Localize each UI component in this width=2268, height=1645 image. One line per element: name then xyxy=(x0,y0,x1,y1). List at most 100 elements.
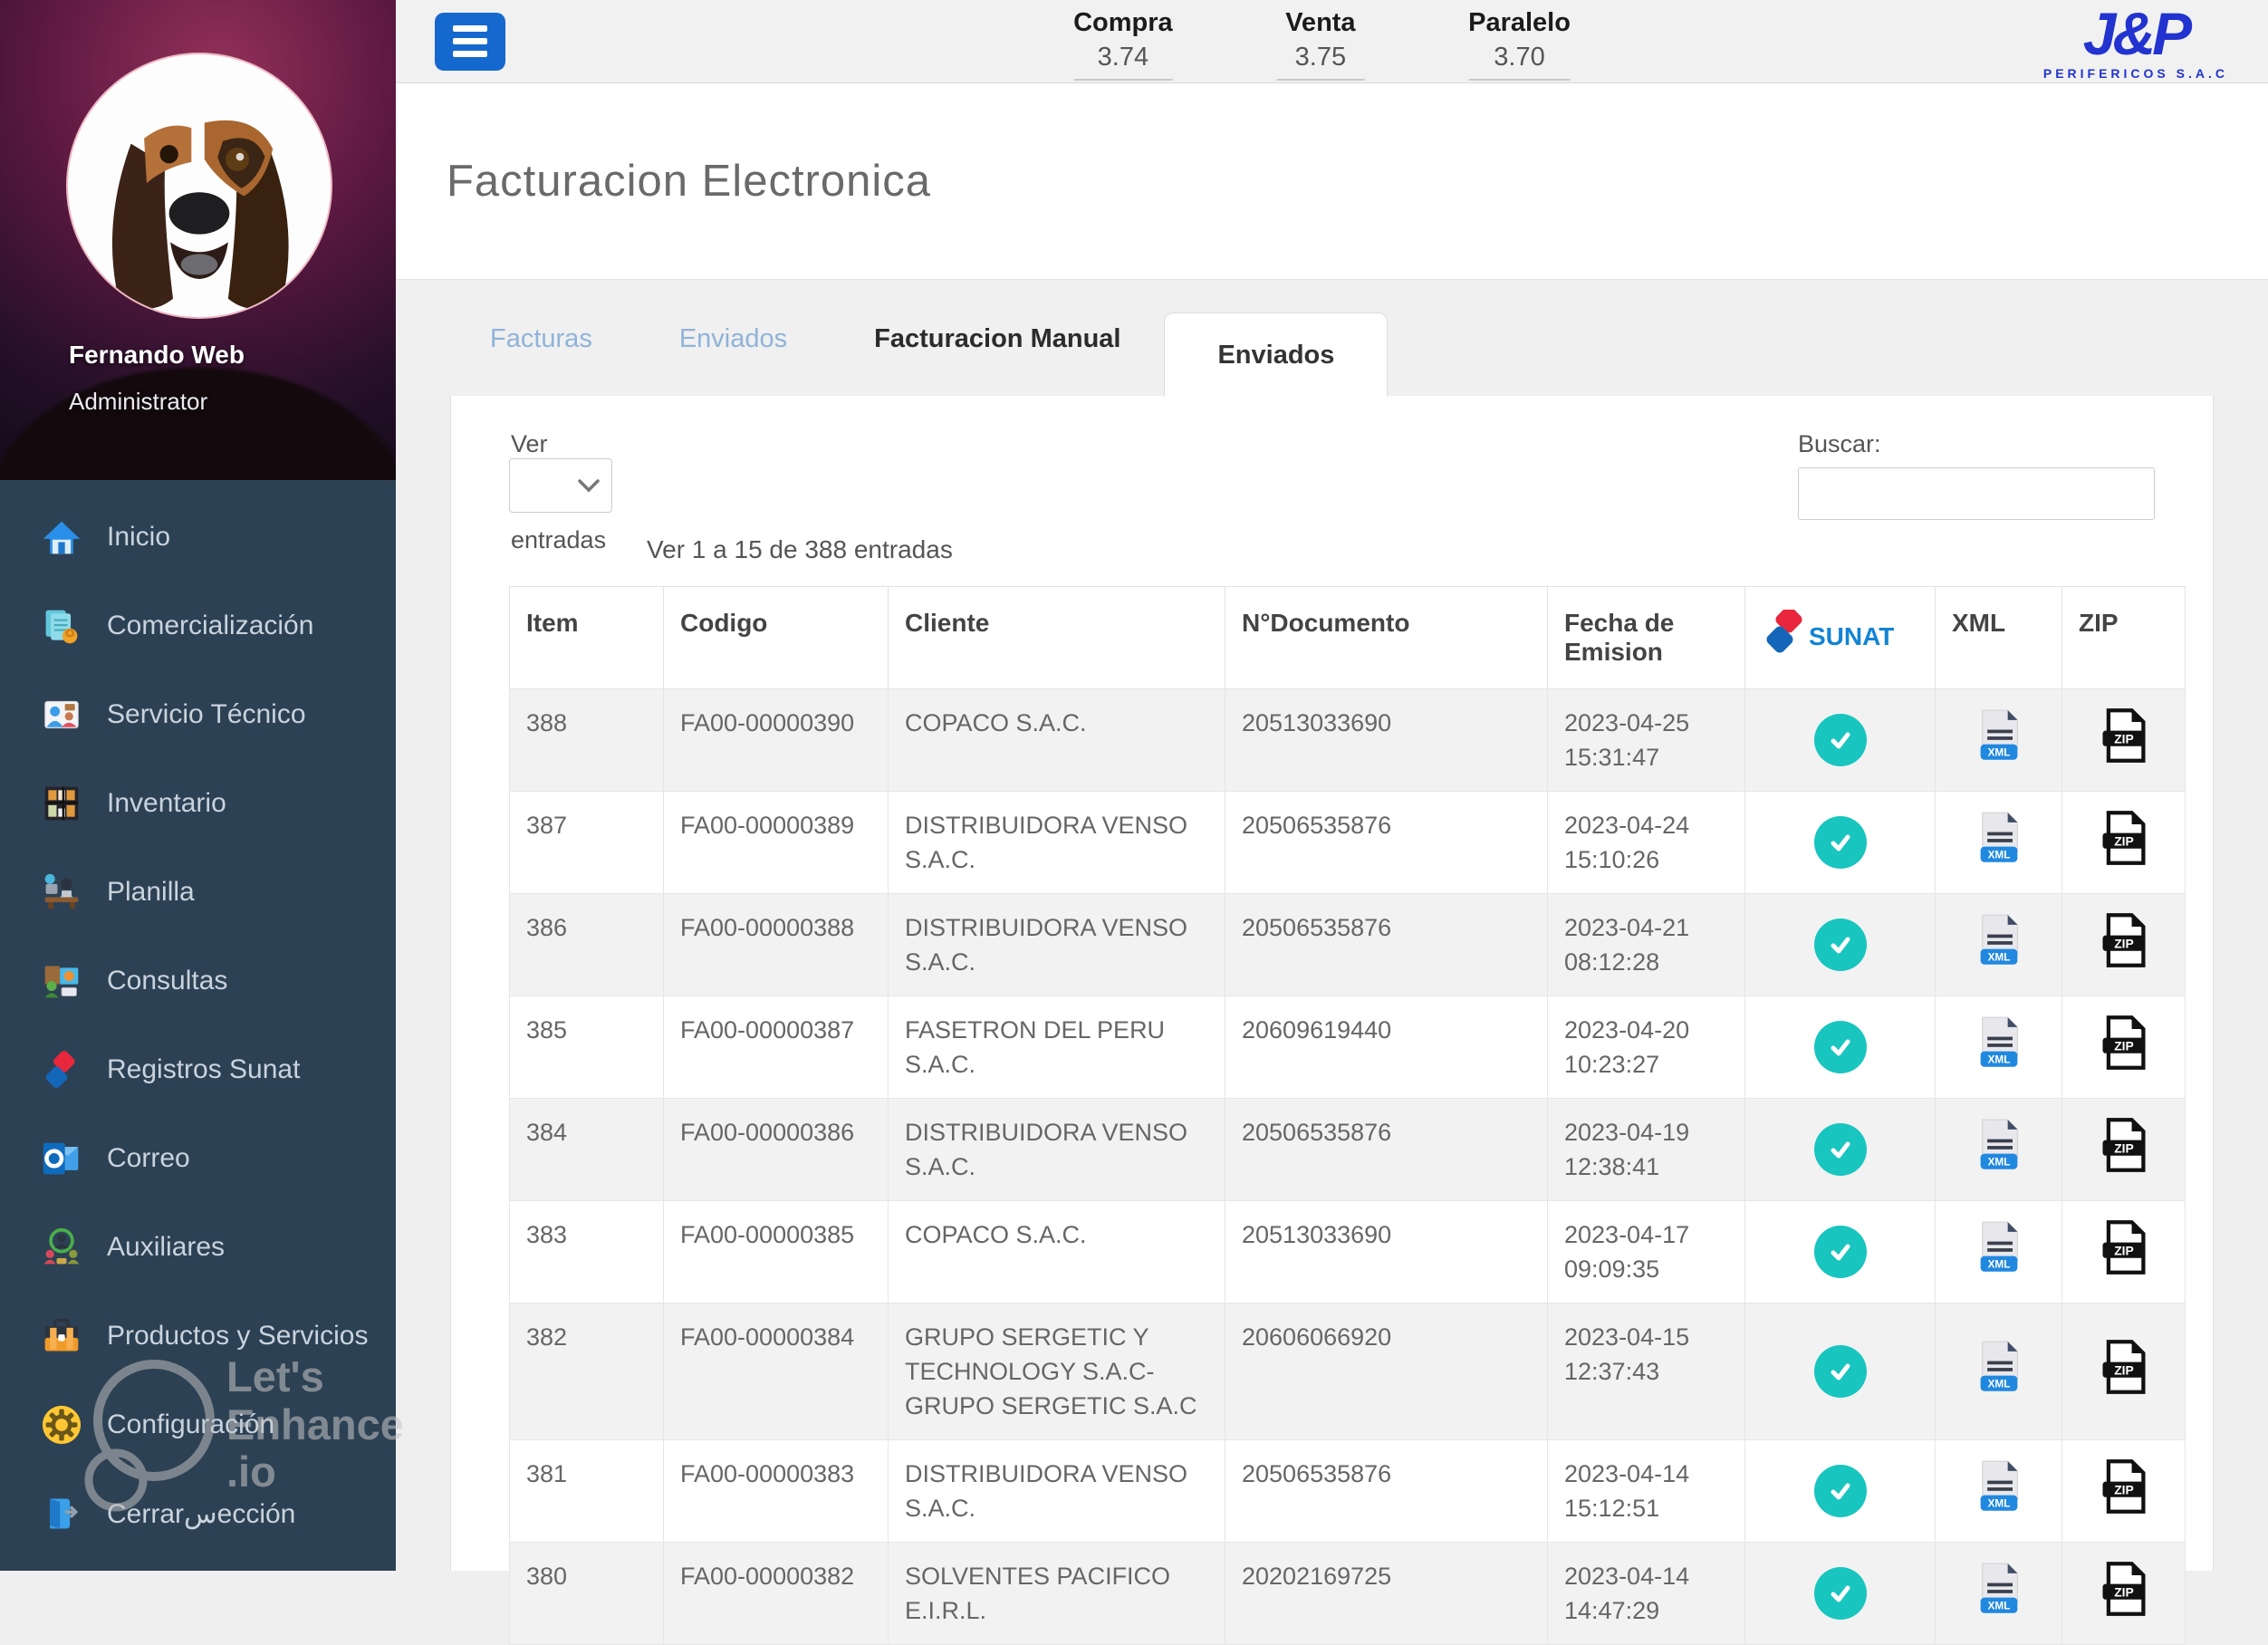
cell-item: 386 xyxy=(509,893,664,996)
sunat-accepted-check-icon[interactable] xyxy=(1813,1226,1867,1278)
documents-icon xyxy=(42,606,82,646)
xml-download-icon[interactable]: XML xyxy=(1976,1459,2022,1523)
cell-cliente: DISTRIBUIDORA VENSO S.A.C. xyxy=(888,1098,1225,1201)
fecha-time: 14:47:29 xyxy=(1564,1597,1660,1624)
cell-fecha: 2023-04-25 15:31:47 xyxy=(1547,688,1745,792)
shelf-icon xyxy=(42,784,82,823)
tab-enviados-link[interactable]: Enviados xyxy=(679,324,787,396)
svg-text:ZIP: ZIP xyxy=(2114,937,2134,951)
sidebar-item-configuracion[interactable]: Configuración xyxy=(0,1380,396,1469)
table-row: 384 FA00-00000386 DISTRIBUIDORA VENSO S.… xyxy=(509,1098,2186,1201)
xml-download-icon[interactable]: XML xyxy=(1976,1340,2022,1403)
sunat-accepted-check-icon[interactable] xyxy=(1813,1567,1867,1620)
xml-download-icon[interactable]: XML xyxy=(1976,1220,2022,1284)
zip-download-icon[interactable]: ZIP xyxy=(2100,1117,2148,1182)
table-row: 388 FA00-00000390 COPACO S.A.C. 20513033… xyxy=(509,688,2186,792)
zip-download-icon[interactable]: ZIP xyxy=(2100,1015,2148,1080)
sunat-accepted-check-icon[interactable] xyxy=(1813,1021,1867,1073)
sidebar-item-label: Inicio xyxy=(107,522,171,552)
zip-download-icon[interactable]: ZIP xyxy=(2100,1219,2148,1284)
sunat-accepted-check-icon[interactable] xyxy=(1813,1465,1867,1517)
fecha-date: 2023-04-14 xyxy=(1564,1563,1690,1590)
entries-select[interactable] xyxy=(509,458,612,513)
tabs: Facturas Enviados Facturacion Manual Env… xyxy=(396,280,2268,397)
sidebar-item-correo[interactable]: Correo xyxy=(0,1114,396,1203)
sidebar-item-inventario[interactable]: Inventario xyxy=(0,759,396,848)
svg-text:ZIP: ZIP xyxy=(2114,732,2134,746)
table-row: 387 FA00-00000389 DISTRIBUIDORA VENSO S.… xyxy=(509,791,2186,894)
sidebar-item-planilla[interactable]: Planilla xyxy=(0,848,396,937)
header-codigo[interactable]: Codigo xyxy=(663,586,889,689)
header-fecha[interactable]: Fecha de Emision xyxy=(1547,586,1745,689)
zip-download-icon[interactable]: ZIP xyxy=(2100,1339,2148,1404)
xml-download-icon[interactable]: XML xyxy=(1976,708,2022,772)
header-zip[interactable]: ZIP xyxy=(2061,586,2186,689)
sidebar-item-cerrar-seccion[interactable]: Cerrarسección xyxy=(0,1469,396,1558)
cell-documento: 20513033690 xyxy=(1225,1200,1548,1303)
sunat-accepted-check-icon[interactable] xyxy=(1813,1345,1867,1398)
header-item[interactable]: Item xyxy=(509,586,664,689)
sunat-accepted-check-icon[interactable] xyxy=(1813,919,1867,971)
header-sunat[interactable]: SUNAT xyxy=(1744,586,1936,689)
cell-fecha: 2023-04-17 09:09:35 xyxy=(1547,1200,1745,1303)
table-row: 380 FA00-00000382 SOLVENTES PACIFICO E.I… xyxy=(509,1542,2186,1645)
cell-sunat-status xyxy=(1744,1439,1936,1543)
cell-xml: XML xyxy=(1935,1303,2062,1440)
sunat-accepted-check-icon[interactable] xyxy=(1813,714,1867,766)
chevron-down-icon xyxy=(578,479,600,493)
consultas-icon xyxy=(42,961,82,1001)
tab-facturas[interactable]: Facturas xyxy=(490,324,592,396)
entries-info-text: Ver 1 a 15 de 388 entradas xyxy=(647,535,953,563)
cell-fecha: 2023-04-14 15:12:51 xyxy=(1547,1439,1745,1543)
xml-download-icon[interactable]: XML xyxy=(1976,913,2022,976)
sidebar-item-auxiliares[interactable]: Auxiliares xyxy=(0,1203,396,1292)
menu-toggle-button[interactable] xyxy=(435,12,505,71)
rate-label: Venta xyxy=(1285,8,1356,37)
sidebar-item-registros-sunat[interactable]: Registros Sunat xyxy=(0,1025,396,1114)
cell-codigo: FA00-00000385 xyxy=(663,1200,889,1303)
sidebar: Fernando Web Administrator Inicio Comerc… xyxy=(0,0,396,1571)
cell-fecha: 2023-04-21 08:12:28 xyxy=(1547,893,1745,996)
tab-facturacion-manual[interactable]: Facturacion Manual xyxy=(874,324,1120,396)
sidebar-item-inicio[interactable]: Inicio xyxy=(0,493,396,582)
svg-text:ZIP: ZIP xyxy=(2114,1483,2134,1497)
svg-text:ZIP: ZIP xyxy=(2114,1585,2134,1600)
zip-download-icon[interactable]: ZIP xyxy=(2100,1458,2148,1524)
cell-codigo: FA00-00000384 xyxy=(663,1303,889,1440)
header-documento[interactable]: N°Documento xyxy=(1225,586,1548,689)
sunat-accepted-check-icon[interactable] xyxy=(1813,1123,1867,1176)
xml-download-icon[interactable]: XML xyxy=(1976,811,2022,874)
logo-subtitle: PERIFERICOS S.A.C xyxy=(2042,65,2228,81)
cell-item: 385 xyxy=(509,996,664,1099)
xml-download-icon[interactable]: XML xyxy=(1976,1118,2022,1181)
fecha-time: 15:31:47 xyxy=(1564,744,1660,771)
tab-enviados-active[interactable]: Enviados xyxy=(1164,313,1389,397)
fecha-time: 12:37:43 xyxy=(1564,1358,1660,1385)
fecha-date: 2023-04-20 xyxy=(1564,1016,1690,1044)
main-area: Compra 3.74 Venta 3.75 Paralelo 3.70 J&P… xyxy=(396,0,2268,1645)
header-cliente[interactable]: Cliente xyxy=(888,586,1225,689)
toolbox-icon xyxy=(42,1316,82,1356)
xml-download-icon[interactable]: XML xyxy=(1976,1562,2022,1625)
rate-label: Compra xyxy=(1073,8,1173,37)
zip-download-icon[interactable]: ZIP xyxy=(2100,912,2148,977)
sidebar-item-productos-servicios[interactable]: Productos y Servicios xyxy=(0,1292,396,1380)
cell-codigo: FA00-00000390 xyxy=(663,688,889,792)
header-xml[interactable]: XML xyxy=(1935,586,2062,689)
sidebar-item-label: Cerrarسección xyxy=(107,1498,296,1529)
search-input[interactable] xyxy=(1798,467,2155,520)
cell-zip: ZIP xyxy=(2061,1439,2186,1543)
xml-download-icon[interactable]: XML xyxy=(1976,1015,2022,1079)
cell-documento: 20506535876 xyxy=(1225,1098,1548,1201)
svg-text:XML: XML xyxy=(1987,1259,2010,1271)
zip-download-icon[interactable]: ZIP xyxy=(2100,810,2148,875)
sidebar-menu: Inicio Comercialización Servicio Técnico… xyxy=(0,480,396,1558)
svg-text:ZIP: ZIP xyxy=(2114,1244,2134,1258)
sidebar-item-label: Correo xyxy=(107,1143,190,1173)
sunat-accepted-check-icon[interactable] xyxy=(1813,816,1867,869)
sidebar-item-consultas[interactable]: Consultas xyxy=(0,937,396,1025)
zip-download-icon[interactable]: ZIP xyxy=(2100,707,2148,773)
sidebar-item-comercializacion[interactable]: Comercialización xyxy=(0,582,396,670)
sidebar-item-servicio-tecnico[interactable]: Servicio Técnico xyxy=(0,670,396,759)
invoice-table-body: 388 FA00-00000390 COPACO S.A.C. 20513033… xyxy=(509,688,2186,1645)
